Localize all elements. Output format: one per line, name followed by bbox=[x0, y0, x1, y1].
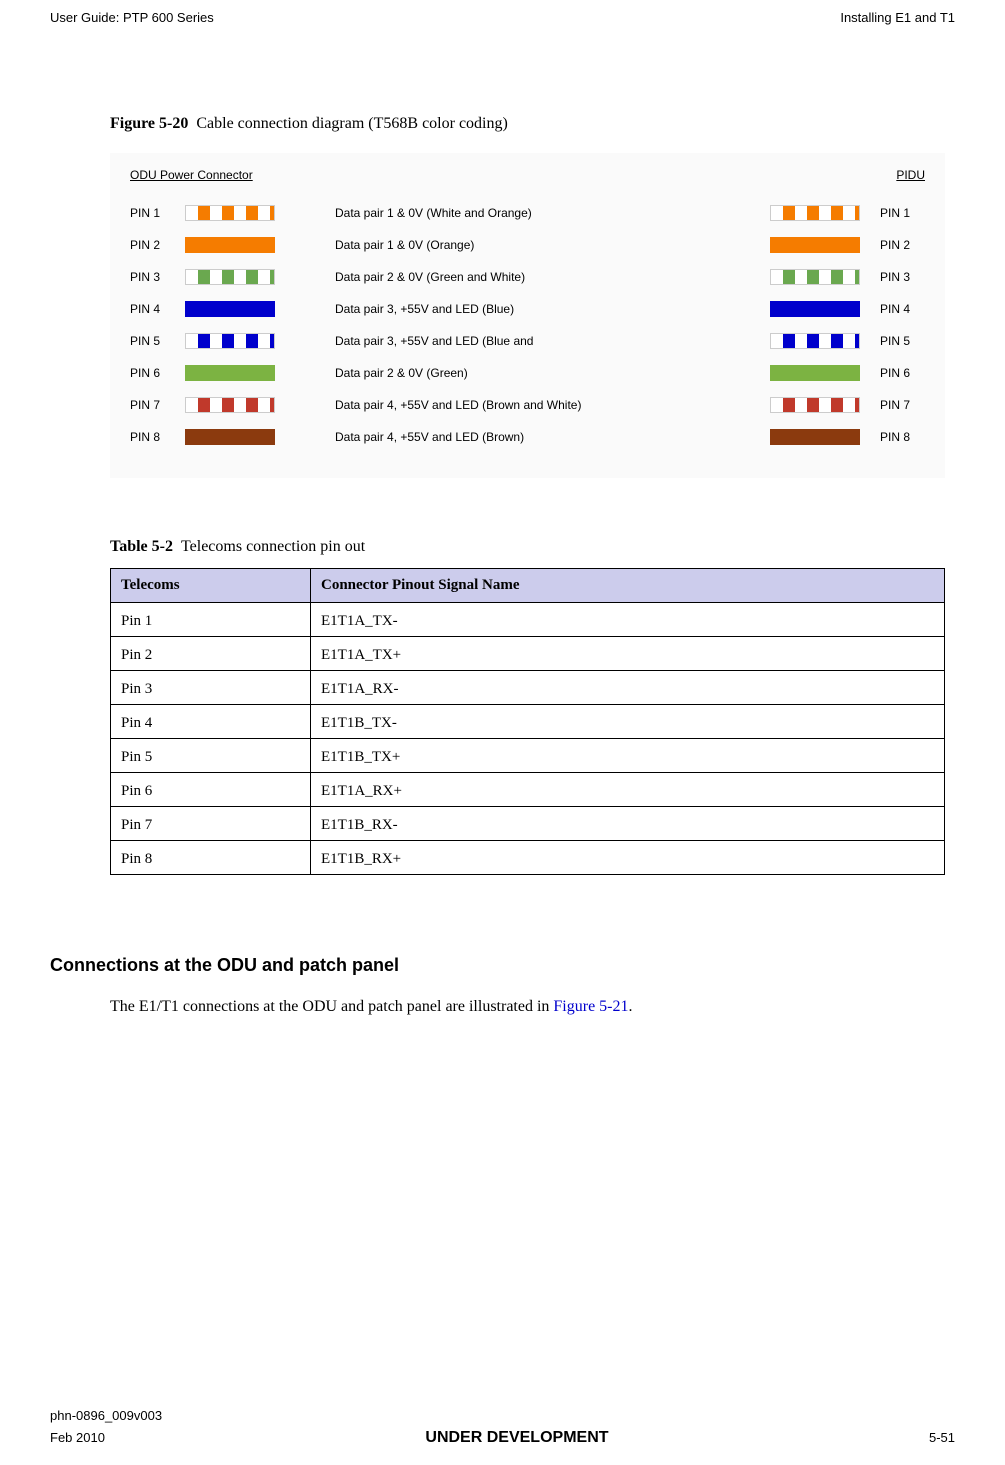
pin-right-label: PIN 1 bbox=[880, 206, 925, 220]
cell-signal: E1T1A_RX+ bbox=[311, 773, 945, 807]
wire-desc: Data pair 1 & 0V (White and Orange) bbox=[335, 206, 750, 220]
section-heading: Connections at the ODU and patch panel bbox=[50, 955, 945, 976]
diagram-row: PIN 7 Data pair 4, +55V and LED (Brown a… bbox=[130, 389, 925, 421]
cell-pin: Pin 7 bbox=[111, 807, 311, 841]
table-row: Pin 3E1T1A_RX- bbox=[111, 671, 945, 705]
wire-desc: Data pair 2 & 0V (Green) bbox=[335, 366, 750, 380]
swatch-orange bbox=[185, 237, 275, 253]
table-caption-text: Telecoms connection pin out bbox=[181, 538, 365, 555]
cell-pin: Pin 1 bbox=[111, 603, 311, 637]
swatch-green bbox=[770, 365, 860, 381]
cell-signal: E1T1B_TX- bbox=[311, 705, 945, 739]
swatch-white-blue bbox=[770, 333, 860, 349]
swatch-white-blue bbox=[185, 333, 275, 349]
cell-pin: Pin 8 bbox=[111, 841, 311, 875]
th-signal: Connector Pinout Signal Name bbox=[311, 569, 945, 603]
figure-label: Figure 5-20 bbox=[110, 115, 188, 132]
pin-right-label: PIN 4 bbox=[880, 302, 925, 316]
figure-caption-text: Cable connection diagram (T568B color co… bbox=[196, 115, 507, 132]
table-row: Pin 7E1T1B_RX- bbox=[111, 807, 945, 841]
cell-pin: Pin 5 bbox=[111, 739, 311, 773]
cell-pin: Pin 3 bbox=[111, 671, 311, 705]
pin-left-label: PIN 2 bbox=[130, 238, 185, 252]
header-right: Installing E1 and T1 bbox=[840, 10, 955, 25]
cell-signal: E1T1A_TX+ bbox=[311, 637, 945, 671]
cell-pin: Pin 4 bbox=[111, 705, 311, 739]
telecoms-table: Telecoms Connector Pinout Signal Name Pi… bbox=[110, 568, 945, 875]
pin-right-label: PIN 6 bbox=[880, 366, 925, 380]
table-row: Pin 1E1T1A_TX- bbox=[111, 603, 945, 637]
diagram-left-title: ODU Power Connector bbox=[130, 168, 253, 182]
diagram-row: PIN 4 Data pair 3, +55V and LED (Blue) P… bbox=[130, 293, 925, 325]
cell-signal: E1T1A_RX- bbox=[311, 671, 945, 705]
swatch-white-orange bbox=[185, 205, 275, 221]
wire-desc: Data pair 2 & 0V (Green and White) bbox=[335, 270, 750, 284]
table-row: Pin 2E1T1A_TX+ bbox=[111, 637, 945, 671]
diagram-row: PIN 3 Data pair 2 & 0V (Green and White)… bbox=[130, 261, 925, 293]
pin-right-label: PIN 2 bbox=[880, 238, 925, 252]
cell-signal: E1T1B_RX+ bbox=[311, 841, 945, 875]
figure-link[interactable]: Figure 5-21 bbox=[553, 998, 628, 1015]
wire-desc: Data pair 4, +55V and LED (Brown) bbox=[335, 430, 750, 444]
pin-left-label: PIN 8 bbox=[130, 430, 185, 444]
swatch-blue bbox=[185, 301, 275, 317]
table-caption: Table 5-2 Telecoms connection pin out bbox=[110, 538, 945, 556]
pin-left-label: PIN 7 bbox=[130, 398, 185, 412]
table-row: Pin 6E1T1A_RX+ bbox=[111, 773, 945, 807]
wire-desc: Data pair 4, +55V and LED (Brown and Whi… bbox=[335, 398, 750, 412]
table-label: Table 5-2 bbox=[110, 538, 173, 555]
pin-left-label: PIN 4 bbox=[130, 302, 185, 316]
swatch-white-green bbox=[770, 269, 860, 285]
cell-signal: E1T1B_TX+ bbox=[311, 739, 945, 773]
swatch-white-orange bbox=[770, 205, 860, 221]
wire-desc: Data pair 3, +55V and LED (Blue and bbox=[335, 334, 750, 348]
diagram-right-title: PIDU bbox=[896, 168, 925, 182]
swatch-white-brown bbox=[185, 397, 275, 413]
diagram-row: PIN 5 Data pair 3, +55V and LED (Blue an… bbox=[130, 325, 925, 357]
cable-diagram: ODU Power Connector PIDU PIN 1 Data pair… bbox=[110, 153, 945, 478]
footer-date: Feb 2010 bbox=[50, 1430, 105, 1445]
page-footer: phn-0896_009v003 Feb 2010 UNDER DEVELOPM… bbox=[50, 1408, 955, 1447]
body-text-post: . bbox=[629, 998, 633, 1015]
footer-status: UNDER DEVELOPMENT bbox=[425, 1429, 608, 1447]
footer-page: 5-51 bbox=[929, 1430, 955, 1445]
swatch-brown bbox=[185, 429, 275, 445]
table-row: Pin 5E1T1B_TX+ bbox=[111, 739, 945, 773]
footer-doc-id: phn-0896_009v003 bbox=[50, 1408, 955, 1423]
cell-pin: Pin 2 bbox=[111, 637, 311, 671]
diagram-row: PIN 1 Data pair 1 & 0V (White and Orange… bbox=[130, 197, 925, 229]
table-row: Pin 8E1T1B_RX+ bbox=[111, 841, 945, 875]
pin-right-label: PIN 5 bbox=[880, 334, 925, 348]
cell-pin: Pin 6 bbox=[111, 773, 311, 807]
wire-desc: Data pair 3, +55V and LED (Blue) bbox=[335, 302, 750, 316]
th-telecoms: Telecoms bbox=[111, 569, 311, 603]
cell-signal: E1T1A_TX- bbox=[311, 603, 945, 637]
diagram-row: PIN 8 Data pair 4, +55V and LED (Brown) … bbox=[130, 421, 925, 453]
header-left: User Guide: PTP 600 Series bbox=[50, 10, 214, 25]
pin-right-label: PIN 3 bbox=[880, 270, 925, 284]
pin-left-label: PIN 1 bbox=[130, 206, 185, 220]
body-paragraph: The E1/T1 connections at the ODU and pat… bbox=[110, 998, 945, 1016]
pin-left-label: PIN 6 bbox=[130, 366, 185, 380]
pin-left-label: PIN 3 bbox=[130, 270, 185, 284]
diagram-row: PIN 2 Data pair 1 & 0V (Orange) PIN 2 bbox=[130, 229, 925, 261]
pin-right-label: PIN 7 bbox=[880, 398, 925, 412]
table-row: Pin 4E1T1B_TX- bbox=[111, 705, 945, 739]
pin-right-label: PIN 8 bbox=[880, 430, 925, 444]
swatch-green bbox=[185, 365, 275, 381]
diagram-row: PIN 6 Data pair 2 & 0V (Green) PIN 6 bbox=[130, 357, 925, 389]
body-text-pre: The E1/T1 connections at the ODU and pat… bbox=[110, 998, 553, 1015]
page-header: User Guide: PTP 600 Series Installing E1… bbox=[50, 10, 955, 25]
wire-desc: Data pair 1 & 0V (Orange) bbox=[335, 238, 750, 252]
figure-caption: Figure 5-20 Cable connection diagram (T5… bbox=[110, 115, 945, 133]
swatch-white-green bbox=[185, 269, 275, 285]
pin-left-label: PIN 5 bbox=[130, 334, 185, 348]
swatch-blue bbox=[770, 301, 860, 317]
swatch-white-brown bbox=[770, 397, 860, 413]
swatch-orange bbox=[770, 237, 860, 253]
cell-signal: E1T1B_RX- bbox=[311, 807, 945, 841]
swatch-brown bbox=[770, 429, 860, 445]
table-header-row: Telecoms Connector Pinout Signal Name bbox=[111, 569, 945, 603]
